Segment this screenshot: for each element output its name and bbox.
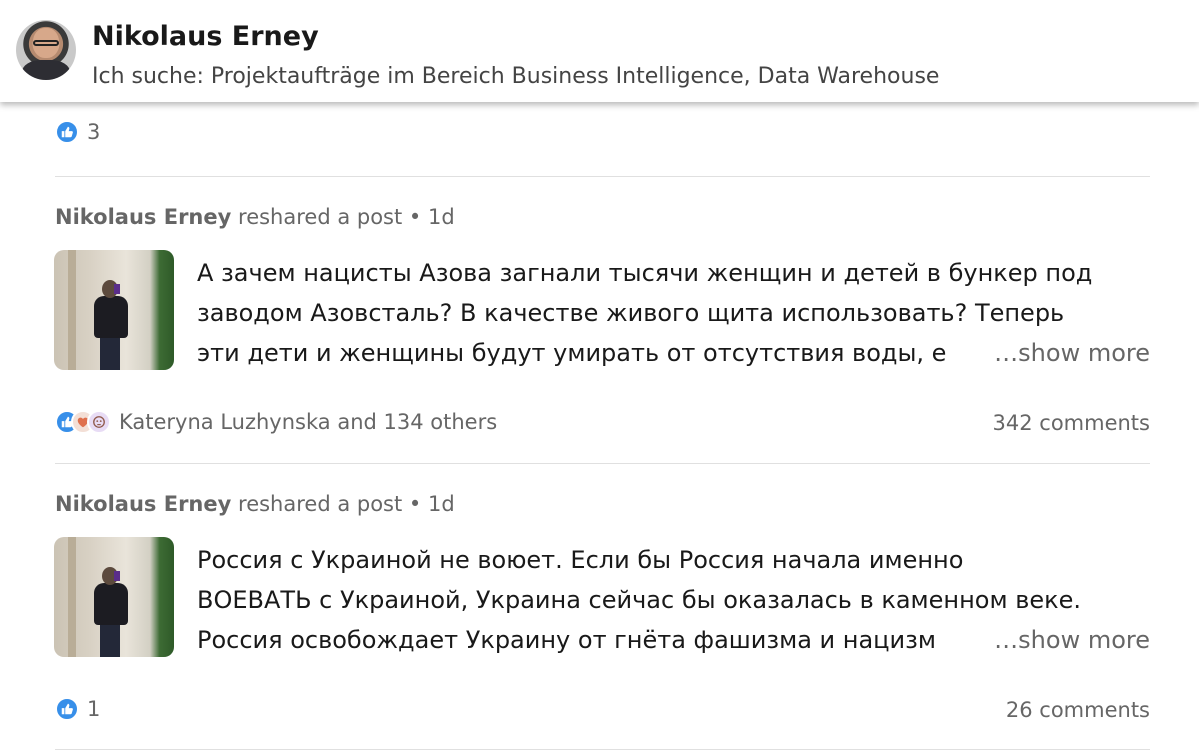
profile-avatar[interactable] <box>16 20 76 80</box>
post-time: 1d <box>428 492 455 516</box>
post-author[interactable]: Nikolaus Erney <box>55 492 231 516</box>
post-1-thumbnail[interactable] <box>54 250 174 370</box>
show-more-button[interactable]: …show more <box>980 620 1150 660</box>
post-1-reactions[interactable]: Kateryna Luzhynska and 134 others <box>55 410 497 434</box>
post-text-line: ВОЕВАТЬ с Украиной, Украина сейчас бы ок… <box>197 586 1082 614</box>
post-text-line: Россия освобождает Украину от гнёта фаши… <box>197 626 936 654</box>
post-action: reshared a post <box>238 205 403 229</box>
reaction-count: 1 <box>87 697 101 721</box>
top-post-reactions[interactable]: 3 <box>55 120 100 144</box>
divider <box>55 176 1150 177</box>
post-2-comments-link[interactable]: 26 comments <box>1006 698 1150 722</box>
separator: • <box>408 205 422 229</box>
post-time: 1d <box>428 205 455 229</box>
post-author[interactable]: Nikolaus Erney <box>55 205 231 229</box>
profile-name[interactable]: Nikolaus Erney <box>92 21 319 52</box>
post-text-line: Россия с Украиной не воюет. Если бы Росс… <box>197 546 964 574</box>
profile-headline: Ich suche: Projektaufträge im Bereich Bu… <box>92 64 940 89</box>
divider <box>55 463 1150 464</box>
show-more-button[interactable]: …show more <box>980 333 1150 373</box>
activity-card: Nikolaus Erney Ich suche: Projektaufträg… <box>0 0 1199 751</box>
divider <box>55 749 1150 750</box>
post-text-line: А зачем нацисты Азова загнали тысячи жен… <box>197 259 1093 287</box>
reaction-count: 3 <box>87 120 101 144</box>
post-2-reactions[interactable]: 1 <box>55 697 100 721</box>
post-1-comments-link[interactable]: 342 comments <box>993 411 1150 435</box>
post-action: reshared a post <box>238 492 403 516</box>
post-1-reshare-line: Nikolaus Erney reshared a post • 1d <box>55 205 455 229</box>
post-2-reshare-line: Nikolaus Erney reshared a post • 1d <box>55 492 455 516</box>
separator: • <box>408 492 422 516</box>
curious-icon <box>87 410 111 434</box>
like-icon <box>55 697 79 721</box>
post-text-line: эти дети и женщины будут умирать от отсу… <box>197 339 947 367</box>
post-1-text[interactable]: А зачем нацисты Азова загнали тысячи жен… <box>197 253 1150 373</box>
post-2-thumbnail[interactable] <box>54 537 174 657</box>
profile-header: Nikolaus Erney Ich suche: Projektaufträg… <box>0 0 1199 102</box>
like-icon <box>55 120 79 144</box>
post-text-line: заводом Азовсталь? В качестве живого щит… <box>197 299 1065 327</box>
reactions-summary: Kateryna Luzhynska and 134 others <box>119 410 498 434</box>
post-2-text[interactable]: Россия с Украиной не воюет. Если бы Росс… <box>197 540 1150 660</box>
